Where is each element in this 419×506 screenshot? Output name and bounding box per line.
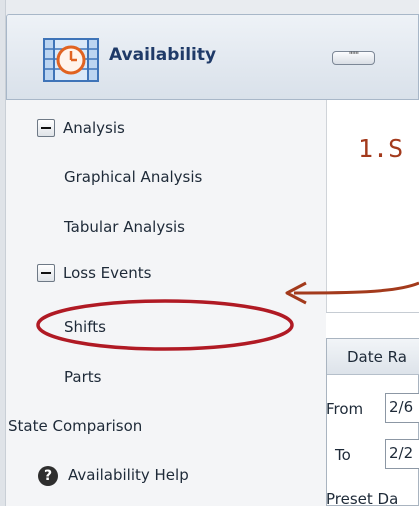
annotation-arrow-icon bbox=[293, 281, 419, 295]
annotation-highlight-ellipse bbox=[36, 299, 294, 351]
annotation-overlay bbox=[36, 281, 419, 351]
